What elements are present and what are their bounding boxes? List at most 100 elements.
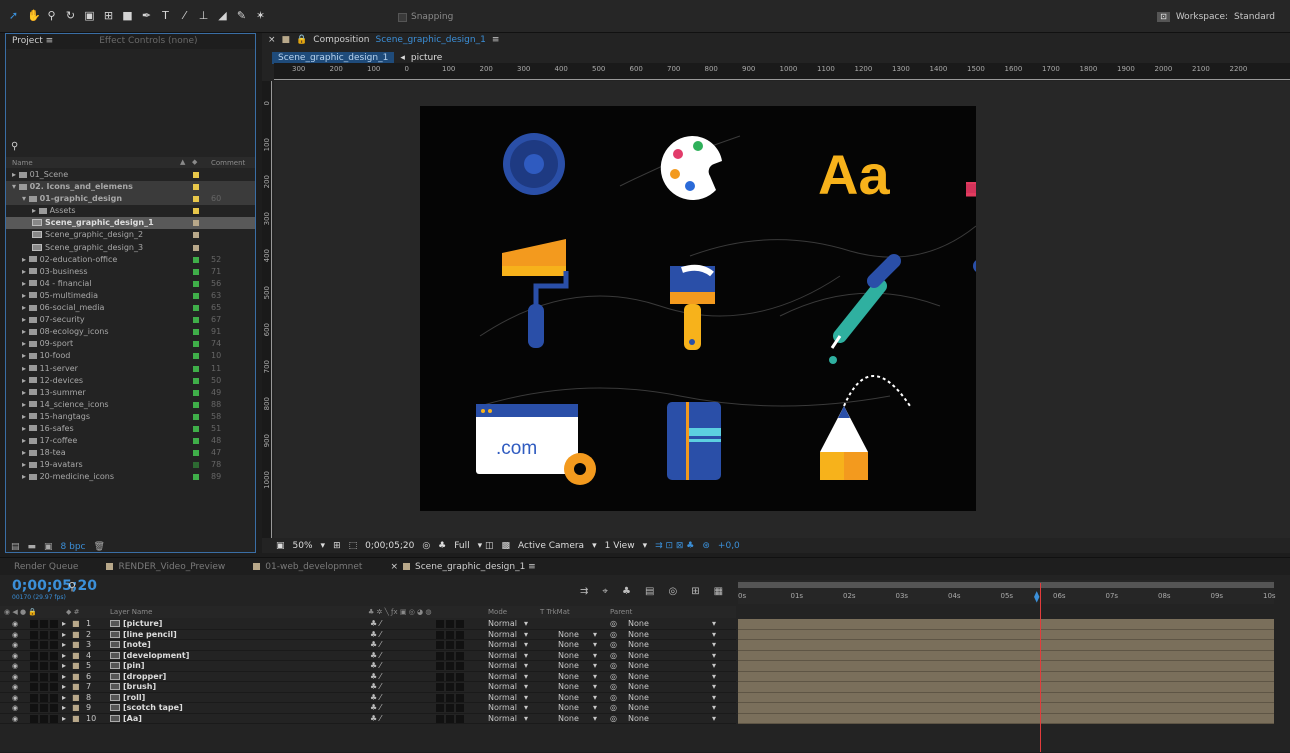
col-trkmat[interactable]: T TrkMat: [540, 608, 570, 616]
switch-box[interactable]: [456, 620, 464, 628]
layer-name[interactable]: [brush]: [110, 682, 156, 692]
switch-box[interactable]: [50, 641, 58, 649]
project-item-comment[interactable]: 48: [211, 435, 221, 447]
layer-parent-select[interactable]: None: [628, 661, 649, 671]
project-item-comment[interactable]: 89: [211, 471, 221, 483]
project-item[interactable]: ▸ 13-summer 49: [6, 387, 255, 399]
grid-icon[interactable]: ⊞: [333, 541, 341, 551]
rotate-tool-icon[interactable]: ↻: [65, 10, 76, 21]
switch-box[interactable]: [446, 651, 454, 660]
switch-box[interactable]: [50, 630, 58, 639]
col-mode[interactable]: Mode: [488, 608, 507, 616]
graph-editor-icon[interactable]: ⊞: [691, 586, 699, 597]
project-item-comment[interactable]: 52: [211, 254, 221, 266]
project-item[interactable]: ▸ 19-avatars 78: [6, 459, 255, 471]
switch-box[interactable]: [456, 693, 464, 702]
frame-blending-icon[interactable]: ▤: [645, 586, 654, 597]
motion-blur-icon[interactable]: ◎: [668, 586, 677, 597]
trkmat-dropdown-icon[interactable]: ▾: [593, 651, 597, 661]
switch-box[interactable]: [40, 662, 48, 670]
visibility-eye-icon[interactable]: ◉: [12, 693, 18, 703]
label-swatch[interactable]: [193, 196, 199, 203]
track-area[interactable]: [738, 619, 1274, 753]
visibility-eye-icon[interactable]: ◉: [12, 661, 18, 671]
parent-pickwhip-icon[interactable]: ◎: [610, 682, 617, 692]
label-swatch[interactable]: [193, 232, 199, 239]
project-item-comment[interactable]: 50: [211, 375, 221, 387]
mode-dropdown-icon[interactable]: ▾: [524, 703, 528, 713]
col-parent[interactable]: Parent: [610, 608, 632, 616]
expand-layer-icon[interactable]: ▸: [62, 651, 66, 661]
project-item-comment[interactable]: 11: [211, 363, 221, 375]
layer-name[interactable]: [dropper]: [110, 672, 166, 682]
visibility-eye-icon[interactable]: ◉: [12, 672, 18, 682]
layer-track-bar[interactable]: [738, 629, 1274, 640]
layer-row[interactable]: ◉ ▸ ■ 2 [line pencil] ♣ ⁄ Normal ▾ None ▾ ◎ None ▾: [0, 630, 736, 640]
layer-trkmat-select[interactable]: None: [558, 714, 579, 724]
current-time-indicator[interactable]: [1040, 583, 1041, 752]
switch-box[interactable]: [436, 704, 444, 712]
switch-box[interactable]: [50, 662, 58, 670]
label-swatch[interactable]: [193, 450, 199, 457]
switch-box[interactable]: [436, 662, 444, 670]
exposure-value[interactable]: +0,0: [718, 541, 740, 551]
selection-tool-icon[interactable]: ➚: [8, 10, 19, 21]
switch-box[interactable]: [446, 693, 454, 702]
project-item[interactable]: ▸ 01_Scene: [6, 169, 255, 181]
parent-pickwhip-icon[interactable]: ◎: [610, 630, 617, 640]
layer-name[interactable]: [Aa]: [110, 714, 142, 724]
interpret-footage-icon[interactable]: ▤: [11, 542, 20, 552]
layer-parent-select[interactable]: None: [628, 703, 649, 713]
switch-box[interactable]: [30, 620, 38, 628]
switch-box[interactable]: [30, 693, 38, 702]
switch-box[interactable]: [446, 620, 454, 628]
snapping-checkbox[interactable]: [398, 12, 407, 22]
type-tool-icon[interactable]: T: [160, 10, 171, 21]
visibility-eye-icon[interactable]: ◉: [12, 619, 18, 629]
project-item[interactable]: ▸ 09-sport 74: [6, 338, 255, 350]
visibility-eye-icon[interactable]: ◉: [12, 651, 18, 661]
expand-layer-icon[interactable]: ▸: [62, 630, 66, 640]
timeline-search-icon[interactable]: ⚲: [68, 580, 76, 593]
layer-label-icon[interactable]: ■: [72, 661, 80, 671]
layer-track-bar[interactable]: [738, 682, 1274, 693]
project-item-comment[interactable]: 65: [211, 302, 221, 314]
label-swatch[interactable]: [193, 280, 199, 287]
layer-trkmat-select[interactable]: None: [558, 682, 579, 692]
layer-row[interactable]: ◉ ▸ ■ 1 [picture] ♣ ⁄ Normal ▾ ◎ None ▾: [0, 619, 736, 630]
parent-dropdown-icon[interactable]: ▾: [712, 703, 716, 713]
project-item[interactable]: ▾ 02. Icons_and_elemens: [6, 181, 255, 194]
switch-box[interactable]: [40, 714, 48, 723]
switch-box[interactable]: [446, 672, 454, 681]
layer-track-bar[interactable]: [738, 703, 1274, 714]
project-item[interactable]: Scene_graphic_design_1: [6, 217, 255, 230]
timeline-timecode[interactable]: 0;00;05;20: [12, 578, 97, 594]
project-item[interactable]: ▾ 01-graphic_design 60: [6, 193, 255, 206]
switch-box[interactable]: [50, 620, 58, 628]
parent-dropdown-icon[interactable]: ▾: [712, 672, 716, 682]
dropdown-icon[interactable]: ▾: [321, 541, 326, 551]
layer-parent-select[interactable]: None: [628, 682, 649, 692]
project-item[interactable]: Scene_graphic_design_2: [6, 229, 255, 241]
project-item[interactable]: ▸ Assets: [6, 205, 255, 217]
layer-row[interactable]: ◉ ▸ ■ 5 [pin] ♣ ⁄ Normal ▾ None ▾ ◎ None ▾: [0, 661, 736, 672]
camera-value[interactable]: Active Camera: [518, 541, 584, 551]
label-swatch[interactable]: [193, 425, 199, 432]
close-icon[interactable]: ×: [390, 562, 398, 572]
project-item[interactable]: ▸ 03-business 71: [6, 266, 255, 278]
switch-box[interactable]: [50, 651, 58, 660]
project-item[interactable]: ▸ 17-coffee 48: [6, 435, 255, 447]
layer-mode-select[interactable]: Normal: [488, 693, 517, 703]
label-swatch[interactable]: [193, 305, 199, 312]
project-item[interactable]: ▸ 15-hangtags 58: [6, 411, 255, 423]
switch-box[interactable]: [50, 672, 58, 681]
cti-head-icon[interactable]: ⧫: [1034, 590, 1046, 603]
visibility-eye-icon[interactable]: ◉: [12, 630, 18, 640]
switch-box[interactable]: [446, 630, 454, 639]
layer-row[interactable]: ◉ ▸ ■ 7 [brush] ♣ ⁄ Normal ▾ None ▾ ◎ None ▾: [0, 682, 736, 693]
project-item-comment[interactable]: 58: [211, 411, 221, 423]
project-item-comment[interactable]: 88: [211, 399, 221, 411]
layer-row[interactable]: ◉ ▸ ■ 3 [note] ♣ ⁄ Normal ▾ None ▾ ◎ None ▾: [0, 640, 736, 651]
mode-dropdown-icon[interactable]: ▾: [524, 693, 528, 703]
pen-tool-icon[interactable]: ✒: [141, 10, 152, 21]
